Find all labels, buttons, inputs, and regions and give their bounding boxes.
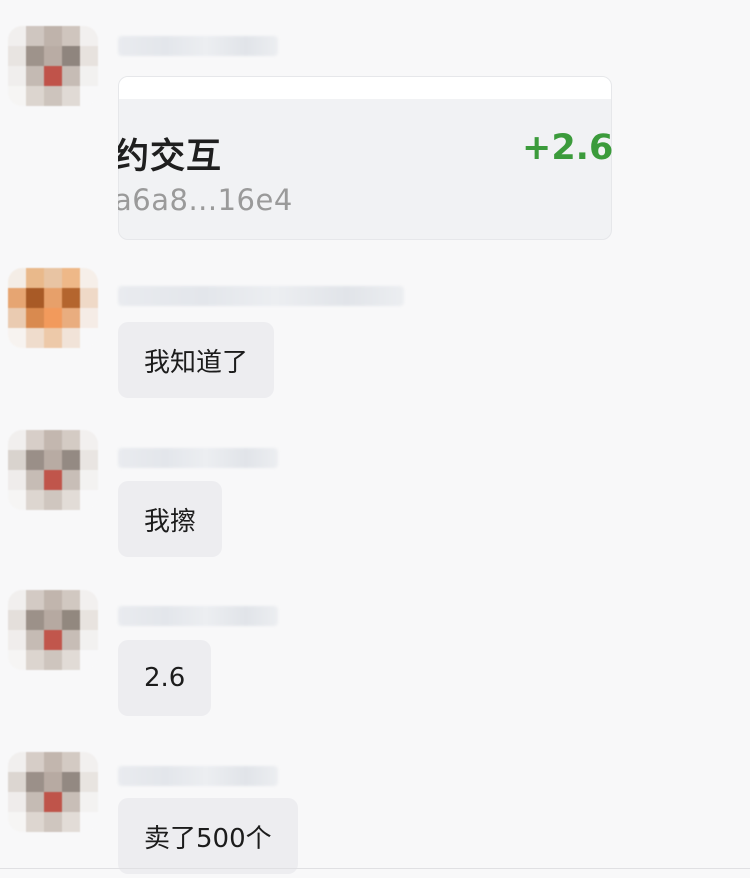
message-text: 2.6 (144, 663, 186, 693)
avatar[interactable] (8, 752, 98, 832)
avatar[interactable] (8, 26, 98, 106)
avatar[interactable] (8, 590, 98, 670)
sender-name (118, 766, 278, 786)
message-text: 卖了500个 (144, 823, 272, 854)
divider (0, 868, 750, 869)
message-bubble[interactable]: 我知道了 (118, 322, 275, 398)
avatar[interactable] (8, 268, 98, 348)
card-amount: +2.62 (522, 128, 612, 168)
sender-name (118, 606, 278, 626)
transfer-card-content: 约交互 +2.62 a6a8...16e4 (118, 76, 612, 240)
avatar[interactable] (8, 430, 98, 510)
sender-name (118, 286, 404, 306)
message-bubble[interactable]: 卖了500个 (118, 798, 298, 874)
message-bubble[interactable]: 我擦 (118, 481, 223, 557)
card-title: 约交互 (118, 137, 223, 177)
sender-name (118, 448, 278, 468)
message-text: 我擦 (144, 506, 197, 537)
sender-name (118, 36, 278, 56)
message-bubble[interactable]: 2.6 (118, 640, 212, 716)
message-text: 我知道了 (144, 347, 249, 378)
chat-message-list: 约交互 +2.62 a6a8...16e4 我知道了 我擦 2.6 (0, 0, 750, 878)
card-hash: a6a8...16e4 (118, 183, 293, 217)
